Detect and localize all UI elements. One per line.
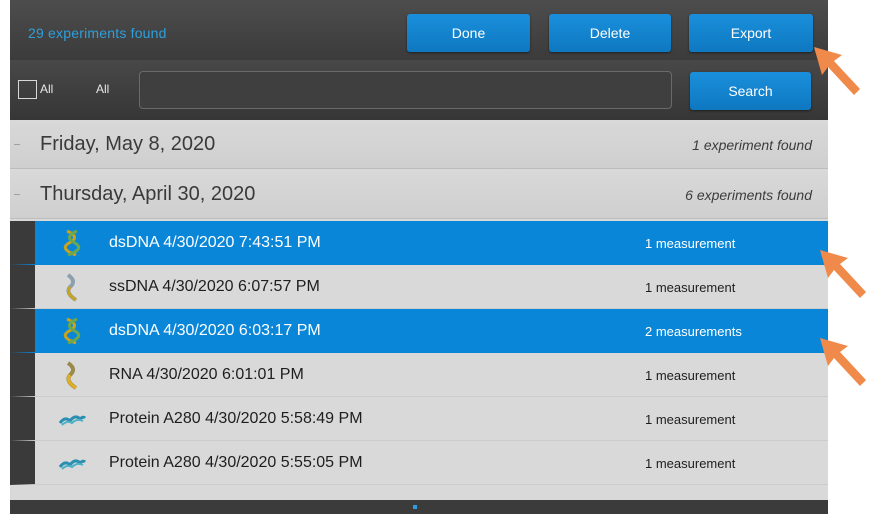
measurement-count: 2 measurements	[645, 324, 742, 339]
group-count: 6 experiments found	[685, 187, 812, 203]
experiment-row[interactable]: ssDNA 4/30/2020 6:07:57 PM 1 measurement	[10, 265, 828, 309]
ssdna-icon	[66, 273, 78, 302]
protein-icon	[58, 459, 87, 470]
experiment-name: dsDNA 4/30/2020 7:43:51 PM	[109, 234, 321, 251]
group-date: Friday, May 8, 2020	[40, 133, 216, 155]
select-all-checkbox[interactable]	[18, 80, 37, 99]
filter-type-label[interactable]: All	[96, 82, 109, 96]
experiment-list: dsDNA 4/30/2020 7:43:51 PM 1 measurement…	[10, 221, 828, 485]
header-bar: 29 experiments found Done Delete Export	[10, 0, 828, 60]
dsdna-icon	[63, 317, 81, 345]
experiment-row[interactable]: Protein A280 4/30/2020 5:55:05 PM 1 meas…	[10, 441, 828, 485]
group-count: 1 experiment found	[692, 137, 812, 153]
measurement-count: 1 measurement	[645, 412, 736, 427]
collapse-icon	[14, 194, 20, 195]
group-header-may-8[interactable]: Friday, May 8, 2020 1 experiment found	[10, 122, 828, 169]
search-button[interactable]: Search	[690, 72, 811, 110]
app-window: 29 experiments found Done Delete Export …	[10, 0, 828, 514]
measurement-count: 1 measurement	[645, 456, 736, 471]
bottom-bar	[10, 500, 828, 514]
experiments-found-count: 29 experiments found	[28, 25, 167, 41]
filter-bar: All All Search	[10, 60, 828, 120]
search-input[interactable]	[139, 71, 672, 109]
rna-icon	[66, 361, 78, 390]
export-button[interactable]: Export	[689, 14, 813, 52]
group-header-april-30[interactable]: Thursday, April 30, 2020 6 experiments f…	[10, 172, 828, 219]
collapse-icon	[14, 144, 20, 145]
annotation-arrow-icon	[820, 250, 866, 298]
experiment-row[interactable]: dsDNA 4/30/2020 6:03:17 PM 2 measurement…	[10, 309, 828, 353]
experiment-name: Protein A280 4/30/2020 5:58:49 PM	[109, 410, 363, 427]
experiment-row[interactable]: RNA 4/30/2020 6:01:01 PM 1 measurement	[10, 353, 828, 397]
measurement-count: 1 measurement	[645, 236, 736, 251]
experiment-name: Protein A280 4/30/2020 5:55:05 PM	[109, 454, 363, 471]
experiment-name: dsDNA 4/30/2020 6:03:17 PM	[109, 322, 321, 339]
select-all-label: All	[40, 82, 54, 96]
annotation-arrow-icon	[814, 47, 860, 95]
experiment-name: ssDNA 4/30/2020 6:07:57 PM	[109, 278, 320, 295]
measurement-count: 1 measurement	[645, 280, 736, 295]
page-indicator	[413, 505, 417, 509]
done-button[interactable]: Done	[407, 14, 530, 52]
protein-icon	[58, 415, 87, 426]
experiment-row[interactable]: dsDNA 4/30/2020 7:43:51 PM 1 measurement	[10, 221, 828, 265]
measurement-count: 1 measurement	[645, 368, 736, 383]
group-date: Thursday, April 30, 2020	[40, 183, 256, 205]
annotation-arrow-icon	[820, 338, 866, 386]
experiment-row[interactable]: Protein A280 4/30/2020 5:58:49 PM 1 meas…	[10, 397, 828, 441]
delete-button[interactable]: Delete	[549, 14, 671, 52]
dsdna-icon	[63, 229, 81, 257]
experiment-name: RNA 4/30/2020 6:01:01 PM	[109, 366, 304, 383]
